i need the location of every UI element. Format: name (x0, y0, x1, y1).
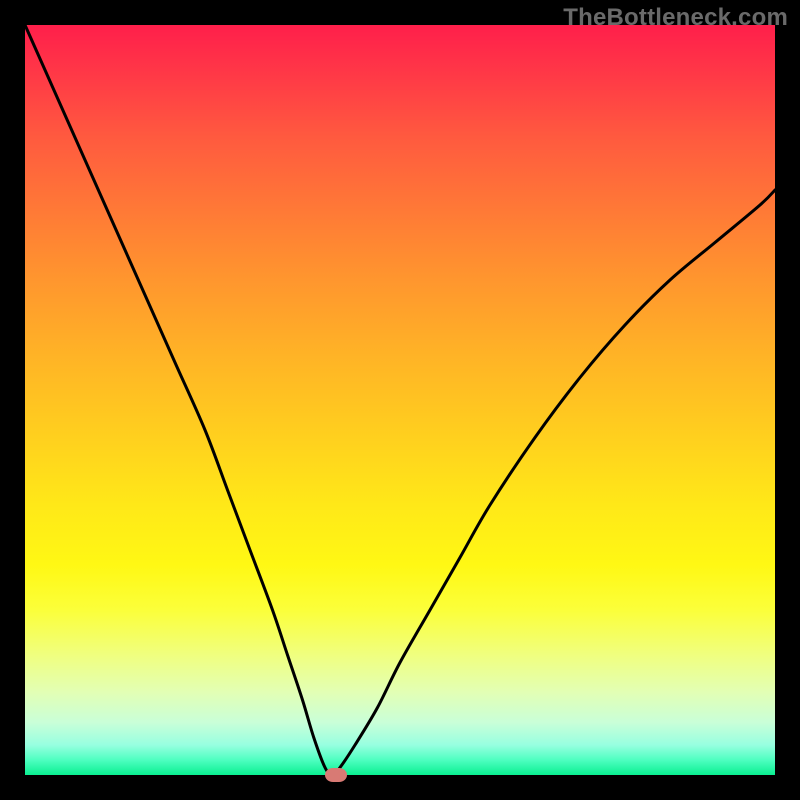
chart-frame: TheBottleneck.com (0, 0, 800, 800)
minimum-marker (325, 768, 347, 782)
plot-area (25, 25, 775, 775)
bottleneck-curve (25, 25, 775, 775)
watermark-text: TheBottleneck.com (563, 4, 788, 32)
curve-svg (25, 25, 775, 775)
